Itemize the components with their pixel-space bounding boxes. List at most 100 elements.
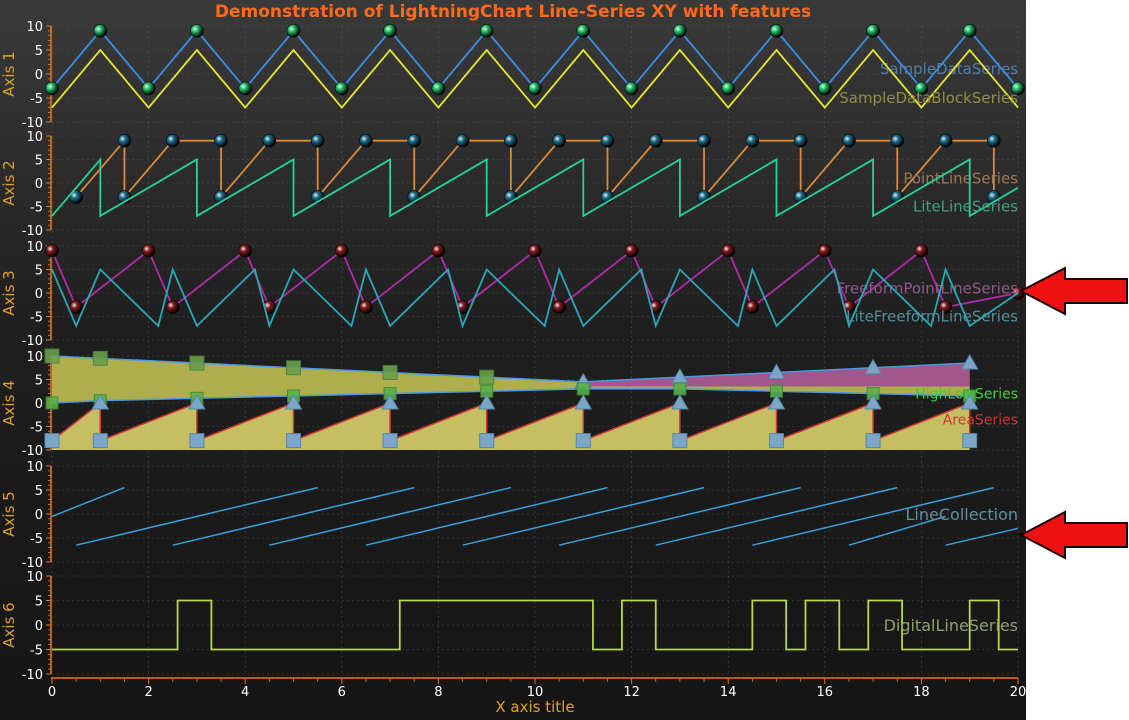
chart-plot[interactable]: 1050-5-10Axis 1 SampleDataSeriesSampleDat… (0, 0, 1026, 720)
series-marker (987, 133, 1001, 148)
highlow-high-marker (189, 355, 205, 371)
y-tick-label: -10 (22, 668, 43, 683)
y-axis-title: Axis 2 (0, 160, 18, 205)
series-marker (552, 300, 566, 314)
y-tick-label: 0 (35, 508, 43, 523)
series-marker (45, 243, 59, 258)
highlow-high-marker (479, 369, 495, 385)
series-marker (383, 23, 397, 38)
series-marker (745, 133, 760, 148)
line-collection-segment (945, 527, 1019, 546)
highlow-high-marker (92, 350, 108, 366)
highlow-high-marker (286, 360, 301, 376)
x-tick-label: 4 (241, 685, 249, 700)
series-marker (528, 243, 542, 258)
line-collection-segment (269, 486, 512, 546)
area-marker (672, 433, 688, 449)
y-axis-title: Axis 6 (0, 602, 18, 647)
series-marker (504, 133, 518, 148)
y-axis-title: Axis 3 (0, 270, 18, 315)
series-marker (117, 133, 132, 148)
line-collection-segment (462, 486, 705, 546)
y-tick-label: 10 (26, 570, 43, 585)
y-tick-label: 5 (35, 154, 43, 169)
series-name-label: LineCollection (906, 505, 1018, 524)
line-collection-segment (365, 486, 608, 546)
area-marker (479, 433, 495, 449)
area-marker (44, 433, 60, 449)
series-marker (648, 133, 663, 148)
y-tick-label: -10 (22, 444, 43, 459)
y-tick-label: -10 (22, 224, 43, 239)
series-marker (793, 133, 808, 148)
series-marker (45, 81, 59, 96)
series-name-label: FreeformPointLineSeries (837, 279, 1019, 297)
highlow-high-marker (44, 348, 60, 364)
x-tick-label: 18 (913, 685, 930, 700)
series-marker (93, 23, 108, 38)
series-marker (431, 243, 446, 258)
series-marker (310, 133, 325, 148)
y-tick-label: 0 (35, 287, 43, 302)
x-tick-label: 2 (144, 685, 152, 700)
chart-panel: 10 5 0 -5 -10 Axis 1 SampleDataSeries SampleDat… (0, 0, 1026, 720)
area-marker (286, 433, 301, 449)
line-collection-segment (75, 486, 318, 546)
y-tick-label: -5 (30, 311, 43, 326)
series-marker (817, 81, 832, 96)
series-marker (600, 133, 615, 148)
x-tick-label: 12 (623, 685, 640, 700)
y-tick-label: 10 (26, 350, 43, 365)
area-marker (189, 433, 205, 449)
series-marker (721, 81, 736, 96)
series-marker (624, 81, 639, 96)
series-name-label: LiteFreeformLineSeries (846, 308, 1018, 326)
y-tick-label: -5 (30, 644, 43, 659)
series-marker (165, 300, 180, 314)
y-tick-label: -5 (30, 532, 43, 547)
area-marker (671, 393, 689, 410)
highlow-high-marker (382, 364, 398, 380)
series-marker (286, 23, 301, 38)
series-marker (407, 133, 422, 148)
series-name-label: SampleDataBlockSeries (839, 89, 1018, 107)
chart-title: Demonstration of LightningChart Line-Ser… (214, 2, 812, 22)
highlow-low-marker (45, 396, 59, 410)
y-tick-label: 5 (35, 264, 43, 279)
series-marker (455, 133, 470, 148)
y-tick-label: 5 (35, 484, 43, 499)
series-name-label: LiteLineSeries (913, 198, 1018, 216)
highlow-low-marker (673, 382, 687, 396)
series-marker (214, 133, 228, 148)
series-marker (962, 23, 977, 38)
area-marker (92, 433, 108, 449)
series-marker (238, 243, 252, 258)
y-tick-label: 0 (35, 68, 43, 83)
series-marker (938, 133, 953, 148)
series-line (51, 29, 1019, 90)
series-marker (914, 243, 929, 258)
series-name-label: PointLineSeries (903, 169, 1018, 187)
area-marker (574, 393, 593, 410)
series-marker (552, 133, 566, 148)
highlow-low-marker (576, 382, 590, 396)
series-marker (721, 243, 736, 258)
series-marker (431, 81, 446, 96)
y-tick-label: -5 (30, 201, 43, 216)
x-tick-label: 0 (48, 685, 56, 700)
y-tick-label: 10 (26, 240, 43, 255)
x-tick-label: 20 (1010, 685, 1026, 700)
y-tick-label: 0 (35, 619, 43, 634)
y-tick-label: 0 (35, 177, 43, 192)
area-marker (575, 433, 591, 449)
series-marker (190, 23, 204, 38)
y-tick-label: -10 (22, 116, 43, 131)
series-marker (769, 23, 784, 38)
series-marker (624, 243, 639, 258)
y-tick-label: 10 (26, 130, 43, 145)
series-marker (141, 243, 156, 258)
y-axis-title: Axis 5 (0, 491, 18, 536)
series-marker (673, 23, 687, 38)
line-collection-segment (172, 486, 415, 546)
y-tick-label: -5 (30, 92, 43, 107)
